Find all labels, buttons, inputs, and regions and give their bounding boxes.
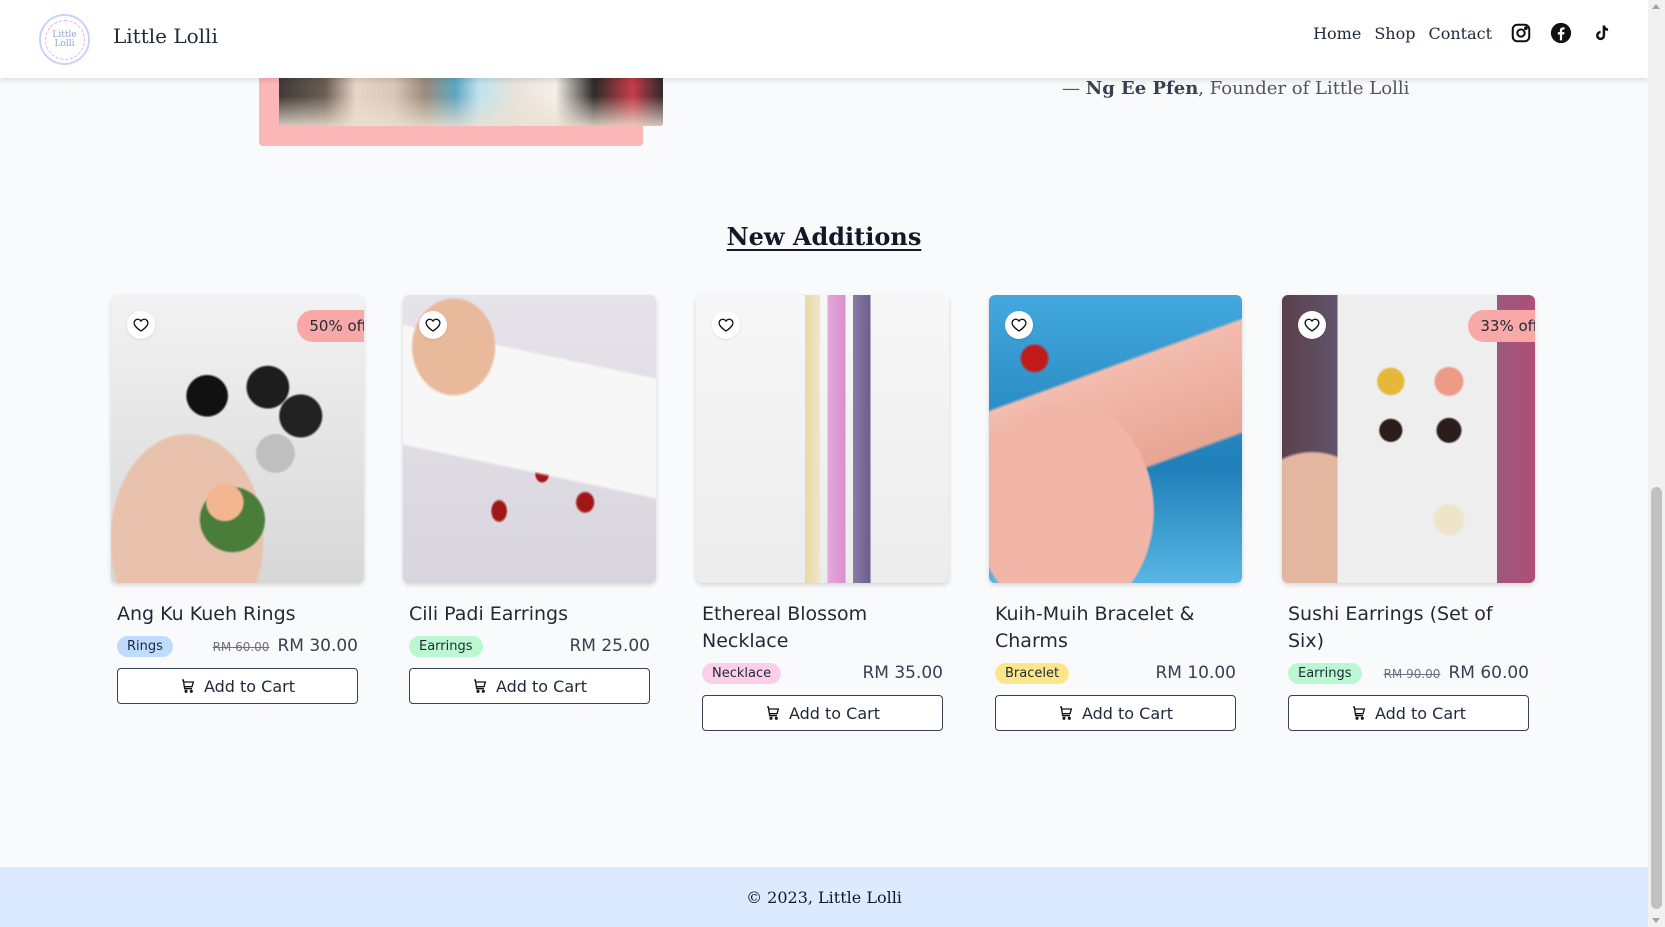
add-to-cart-label: Add to Cart [1081, 703, 1174, 723]
product-name[interactable]: Cili Padi Earrings [409, 601, 650, 628]
add-to-cart-button[interactable]: Add to Cart [409, 668, 650, 704]
add-to-cart-label: Add to Cart [1374, 703, 1467, 723]
heart-icon [133, 318, 149, 332]
product-image[interactable] [696, 295, 949, 583]
nav-shop[interactable]: Shop [1374, 24, 1415, 43]
cart-icon [181, 679, 195, 693]
discount-badge: 33% off [1468, 310, 1535, 342]
heart-icon [1011, 318, 1027, 332]
logo-text: Little Lolli [44, 19, 85, 60]
category-tag: Earrings [409, 635, 483, 657]
add-to-cart-button[interactable]: Add to Cart [117, 668, 358, 704]
product-card[interactable]: Ethereal Blossom Necklace Necklace RM 35… [696, 295, 949, 731]
scroll-down-icon[interactable] [1652, 918, 1660, 923]
product-card[interactable]: 50% off Ang Ku Kueh Rings Rings RM 60.00… [111, 295, 364, 704]
main-nav: Home Shop Contact [1300, 22, 1612, 44]
original-price: RM 90.00 [1383, 667, 1441, 681]
favorite-button[interactable] [1298, 311, 1326, 339]
category-tag: Rings [117, 635, 173, 657]
facebook-icon[interactable] [1550, 22, 1572, 44]
product-price: RM 25.00 [569, 636, 650, 656]
footer: © 2023, Little Lolli [0, 867, 1648, 927]
cart-icon [473, 679, 487, 693]
product-name[interactable]: Sushi Earrings (Set of Six) [1288, 601, 1529, 655]
cart-icon [1352, 706, 1366, 720]
product-card[interactable]: 33% off Sushi Earrings (Set of Six) Earr… [1282, 295, 1535, 731]
product-image[interactable] [989, 295, 1242, 583]
favorite-button[interactable] [712, 311, 740, 339]
add-to-cart-button[interactable]: Add to Cart [702, 695, 943, 731]
nav-home[interactable]: Home [1313, 24, 1361, 43]
product-price: RM 10.00 [1155, 663, 1236, 683]
favorite-button[interactable] [419, 311, 447, 339]
product-price: RM 60.00 [1448, 663, 1529, 683]
site-header: Little Lolli Little Lolli Home Shop Cont… [0, 0, 1648, 78]
quote-dash: — [1062, 78, 1086, 99]
product-name[interactable]: Ethereal Blossom Necklace [702, 601, 943, 655]
copyright-text: © 2023, Little Lolli [746, 887, 902, 907]
heart-icon [718, 318, 734, 332]
cart-icon [766, 706, 780, 720]
instagram-icon[interactable] [1510, 22, 1532, 44]
category-tag: Necklace [702, 662, 782, 684]
product-price: RM 30.00 [277, 636, 358, 656]
logo[interactable]: Little Lolli [39, 14, 90, 65]
heart-icon [1304, 318, 1320, 332]
vertical-scrollbar[interactable] [1648, 0, 1665, 927]
tiktok-icon[interactable] [1590, 22, 1612, 44]
product-image[interactable] [403, 295, 656, 583]
product-card[interactable]: Kuih-Muih Bracelet & Charms Bracelet RM … [989, 295, 1242, 731]
heart-icon [425, 318, 441, 332]
cart-icon [1059, 706, 1073, 720]
product-price: RM 35.00 [862, 663, 943, 683]
section-title: New Additions [726, 222, 922, 251]
original-price: RM 60.00 [212, 640, 270, 654]
category-tag: Bracelet [995, 662, 1070, 684]
product-name[interactable]: Kuih-Muih Bracelet & Charms [995, 601, 1236, 655]
product-image[interactable]: 33% off [1282, 295, 1535, 583]
page: — Ng Ee Pfen, Founder of Little Lolli Ne… [0, 0, 1648, 927]
favorite-button[interactable] [1005, 311, 1033, 339]
favorite-button[interactable] [127, 311, 155, 339]
quote-attribution: — Ng Ee Pfen, Founder of Little Lolli [1062, 78, 1409, 99]
product-name[interactable]: Ang Ku Kueh Rings [117, 601, 358, 628]
add-to-cart-label: Add to Cart [495, 676, 588, 696]
add-to-cart-button[interactable]: Add to Cart [1288, 695, 1529, 731]
discount-badge: 50% off [297, 310, 364, 342]
scroll-up-icon[interactable] [1652, 4, 1660, 9]
category-tag: Earrings [1288, 662, 1362, 684]
brand-name[interactable]: Little Lolli [113, 24, 218, 48]
add-to-cart-button[interactable]: Add to Cart [995, 695, 1236, 731]
founder-role: , Founder of Little Lolli [1198, 78, 1410, 99]
founder-name: Ng Ee Pfen [1085, 78, 1199, 99]
product-image[interactable]: 50% off [111, 295, 364, 583]
nav-contact[interactable]: Contact [1428, 24, 1492, 43]
add-to-cart-label: Add to Cart [203, 676, 296, 696]
product-card[interactable]: Cili Padi Earrings Earrings RM 25.00 Add… [403, 295, 656, 704]
add-to-cart-label: Add to Cart [788, 703, 881, 723]
scroll-thumb[interactable] [1651, 487, 1662, 909]
